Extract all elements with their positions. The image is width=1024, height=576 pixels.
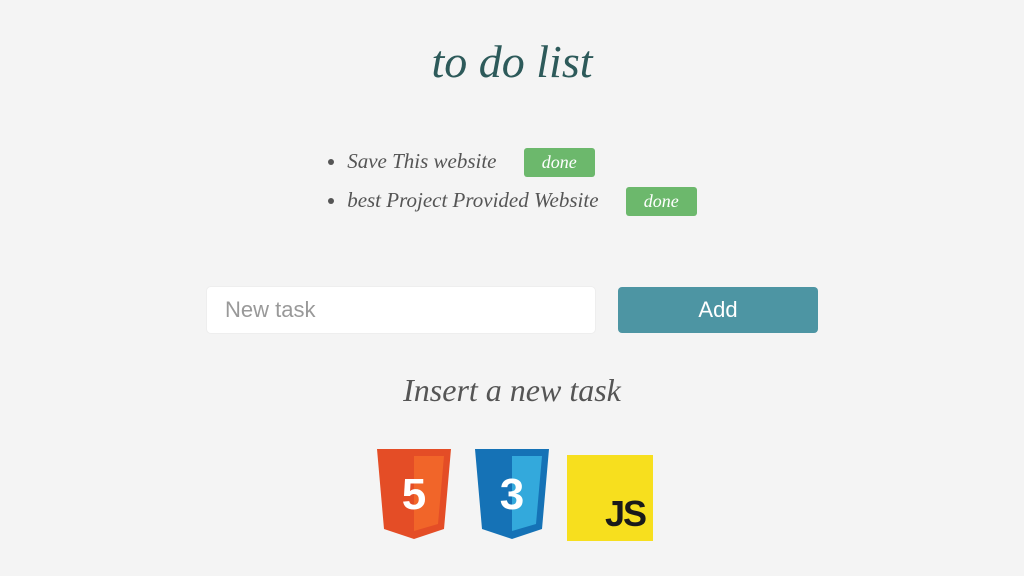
add-button[interactable]: Add bbox=[618, 287, 818, 333]
html5-icon: 5 bbox=[371, 449, 457, 549]
page-title: to do list bbox=[431, 35, 592, 88]
task-item: best Project Provided Website done bbox=[347, 187, 697, 216]
task-text: best Project Provided Website bbox=[347, 188, 598, 212]
task-list: Save This website done best Project Prov… bbox=[327, 148, 697, 226]
done-button[interactable]: done bbox=[524, 148, 595, 177]
js-icon: JS bbox=[567, 455, 653, 541]
js-label: JS bbox=[605, 493, 645, 535]
task-item: Save This website done bbox=[347, 148, 697, 177]
svg-text:5: 5 bbox=[402, 470, 426, 519]
css3-icon: 3 bbox=[469, 449, 555, 549]
main-container: to do list Save This website done best P… bbox=[0, 0, 1024, 549]
task-text: Save This website bbox=[347, 149, 496, 173]
subtitle: Insert a new task bbox=[403, 372, 621, 409]
input-row: Add bbox=[206, 286, 818, 334]
new-task-input[interactable] bbox=[206, 286, 596, 334]
done-button[interactable]: done bbox=[626, 187, 697, 216]
svg-text:3: 3 bbox=[500, 470, 524, 519]
logos-row: 5 3 JS bbox=[371, 449, 653, 549]
